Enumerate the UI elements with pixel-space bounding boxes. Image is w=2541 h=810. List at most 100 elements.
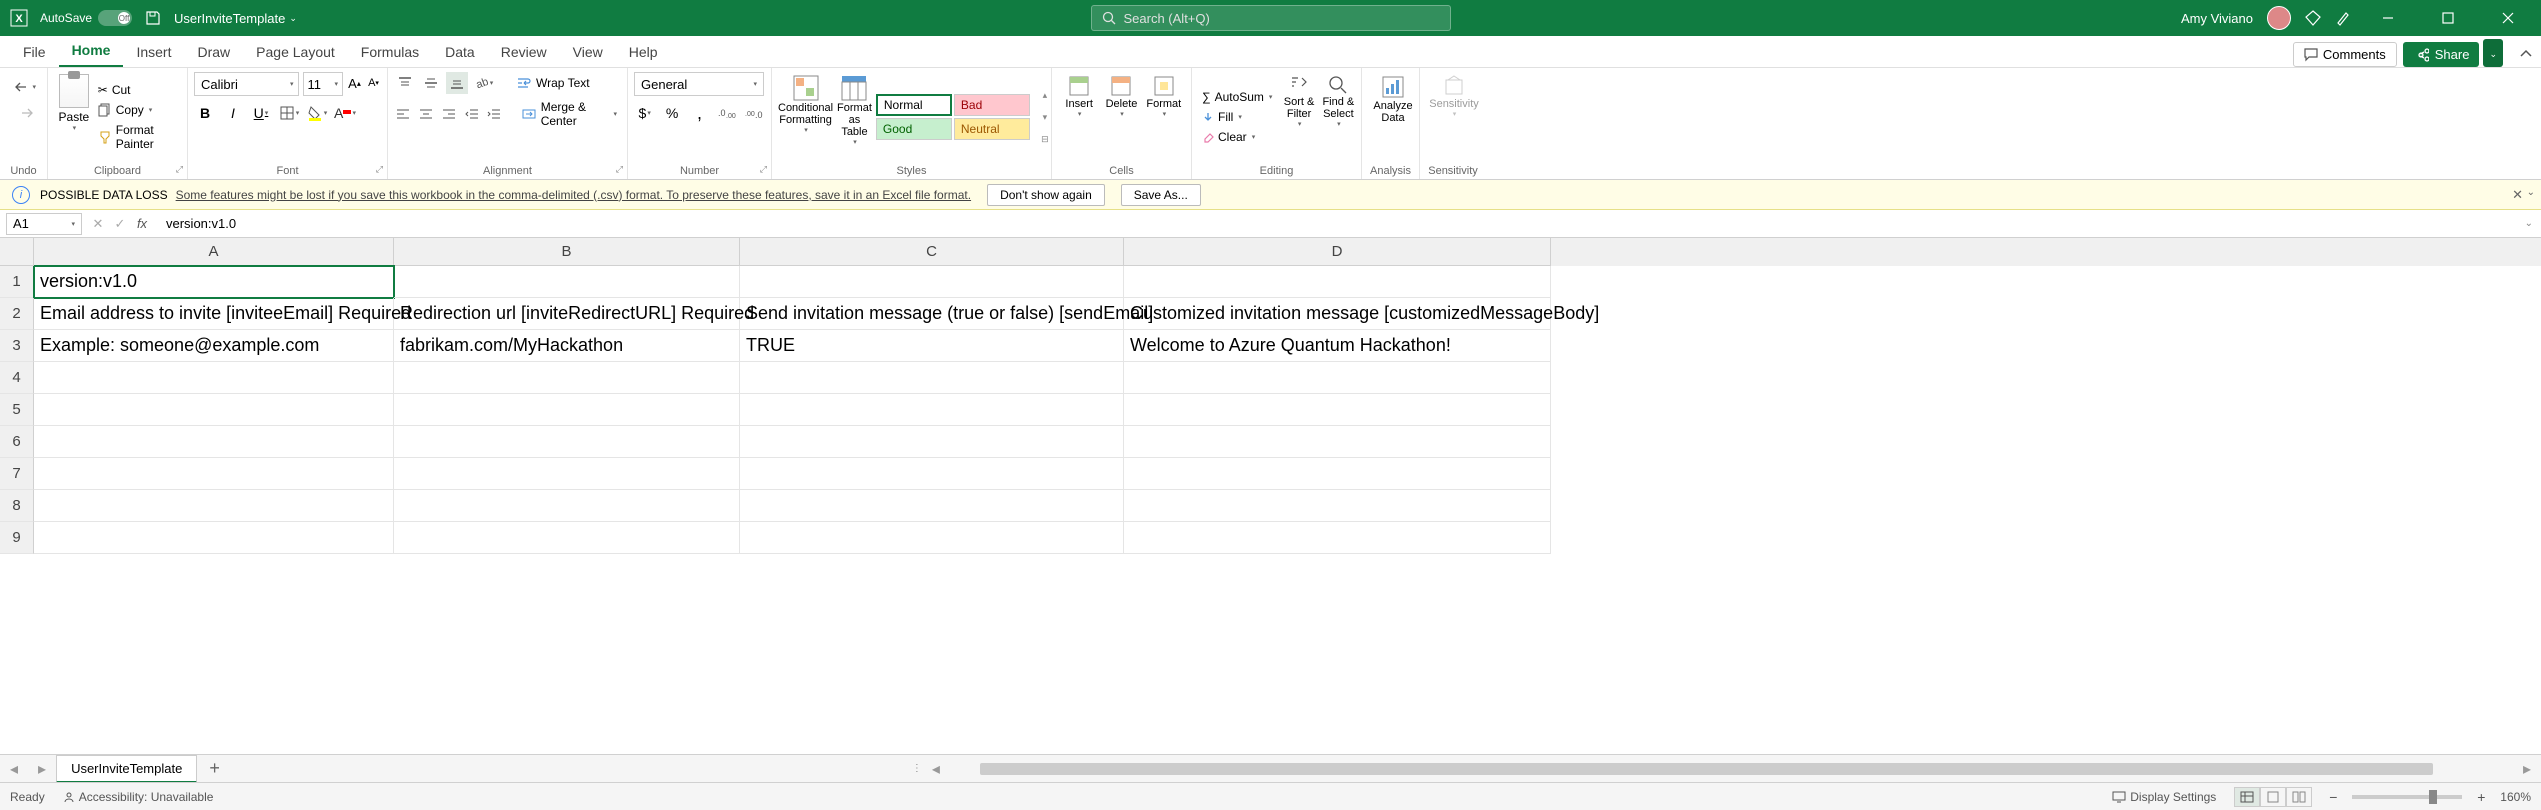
increase-indent-icon[interactable] (485, 103, 504, 125)
maximize-button[interactable] (2425, 0, 2471, 36)
horizontal-scrollbar[interactable] (970, 760, 2493, 778)
column-header[interactable]: B (394, 238, 740, 266)
cell[interactable] (394, 426, 740, 458)
fx-icon[interactable]: fx (132, 214, 152, 234)
hscroll-right-icon[interactable]: ▸ (2513, 759, 2541, 779)
cell-style-bad[interactable]: Bad (954, 94, 1030, 116)
cell[interactable] (740, 522, 1124, 554)
cell[interactable]: Welcome to Azure Quantum Hackathon! (1124, 330, 1551, 362)
analyze-data-button[interactable]: Analyze Data (1368, 72, 1418, 124)
sheet-nav-next-icon[interactable]: ▸ (28, 759, 56, 779)
orientation-button[interactable]: ab▾ (472, 72, 494, 94)
row-header[interactable]: 1 (0, 266, 34, 298)
sort-filter-button[interactable]: Sort & Filter▾ (1282, 72, 1315, 162)
enter-formula-icon[interactable]: ✓ (110, 214, 130, 234)
row-header[interactable]: 2 (0, 298, 34, 330)
alignment-dialog-icon[interactable]: ⤢ (616, 164, 623, 175)
fill-color-button[interactable]: ▾ (306, 102, 328, 124)
align-middle-icon[interactable] (420, 72, 442, 94)
cell[interactable] (34, 458, 394, 490)
cut-button[interactable]: ✂Cut (94, 81, 181, 99)
comments-button[interactable]: Comments (2293, 42, 2397, 67)
cell[interactable] (394, 522, 740, 554)
cell[interactable] (34, 362, 394, 394)
row-header[interactable]: 3 (0, 330, 34, 362)
clear-button[interactable]: Clear▾ (1198, 128, 1276, 146)
zoom-level[interactable]: 160% (2500, 790, 2531, 804)
accessibility-status[interactable]: Accessibility: Unavailable (63, 790, 214, 804)
filename[interactable]: UserInviteTemplate ⌄ (174, 11, 297, 26)
italic-button[interactable]: I (222, 102, 244, 124)
row-header[interactable]: 4 (0, 362, 34, 394)
format-painter-button[interactable]: Format Painter (94, 121, 181, 153)
increase-font-icon[interactable]: A▴ (347, 72, 362, 94)
cell[interactable] (740, 490, 1124, 522)
percent-button[interactable]: % (661, 102, 682, 124)
comma-button[interactable]: , (689, 102, 710, 124)
cancel-formula-icon[interactable]: ✕ (88, 214, 108, 234)
cell[interactable]: Example: someone@example.com (34, 330, 394, 362)
cell[interactable] (1124, 490, 1551, 522)
share-button[interactable]: Share (2403, 42, 2480, 67)
cell[interactable]: Redirection url [inviteRedirectURL] Requ… (394, 298, 740, 330)
zoom-in-button[interactable]: + (2470, 786, 2492, 808)
tab-view[interactable]: View (560, 37, 616, 67)
cell[interactable] (1124, 426, 1551, 458)
row-header[interactable]: 7 (0, 458, 34, 490)
increase-decimal-icon[interactable]: .0.00 (716, 102, 737, 124)
merge-center-button[interactable]: Merge & Center▾ (517, 98, 621, 130)
cell[interactable]: fabrikam.com/MyHackathon (394, 330, 740, 362)
currency-button[interactable]: $▾ (634, 102, 655, 124)
column-header[interactable]: D (1124, 238, 1551, 266)
cell[interactable] (34, 426, 394, 458)
delete-cells-button[interactable]: Delete▾ (1100, 72, 1142, 162)
insert-cells-button[interactable]: Insert▾ (1058, 72, 1100, 162)
format-as-table-button[interactable]: Format as Table▾ (837, 72, 872, 162)
tab-file[interactable]: File (10, 37, 59, 67)
display-settings-button[interactable]: Display Settings (2112, 790, 2216, 804)
border-button[interactable]: ▾ (278, 102, 300, 124)
expand-formula-bar-icon[interactable]: ⌄ (2517, 218, 2541, 229)
row-header[interactable]: 9 (0, 522, 34, 554)
tab-review[interactable]: Review (488, 37, 560, 67)
zoom-out-button[interactable]: − (2322, 786, 2344, 808)
cell[interactable] (394, 458, 740, 490)
diamond-icon[interactable] (2305, 10, 2321, 26)
cell[interactable] (740, 458, 1124, 490)
cell-style-normal[interactable]: Normal (876, 94, 952, 116)
close-button[interactable] (2485, 0, 2531, 36)
autosave-toggle[interactable]: AutoSave Off (40, 10, 132, 26)
tab-page-layout[interactable]: Page Layout (243, 37, 348, 67)
row-header[interactable]: 8 (0, 490, 34, 522)
close-message-icon[interactable]: ✕ (2506, 187, 2529, 203)
align-left-icon[interactable] (394, 103, 413, 125)
undo-button[interactable]: ▾ (14, 76, 36, 98)
avatar[interactable] (2267, 6, 2291, 30)
hscroll-left-icon[interactable]: ◂ (922, 759, 950, 779)
cell[interactable]: Send invitation message (true or false) … (740, 298, 1124, 330)
row-header[interactable]: 6 (0, 426, 34, 458)
message-text[interactable]: Some features might be lost if you save … (176, 188, 971, 202)
minimize-button[interactable] (2365, 0, 2411, 36)
font-dialog-icon[interactable]: ⤢ (376, 164, 383, 175)
decrease-font-icon[interactable]: A▾ (366, 72, 381, 94)
cell[interactable] (34, 522, 394, 554)
fill-button[interactable]: Fill▾ (1198, 108, 1276, 126)
formula-input[interactable]: version:v1.0 (158, 216, 2517, 231)
cell-style-good[interactable]: Good (876, 118, 952, 140)
cell[interactable] (394, 394, 740, 426)
cell[interactable] (740, 426, 1124, 458)
align-center-icon[interactable] (417, 103, 436, 125)
select-all-button[interactable] (0, 238, 34, 266)
cell[interactable] (34, 490, 394, 522)
align-right-icon[interactable] (439, 103, 458, 125)
cell[interactable]: Email address to invite [inviteeEmail] R… (34, 298, 394, 330)
font-name-combo[interactable]: Calibri▾ (194, 72, 299, 96)
tab-help[interactable]: Help (616, 37, 671, 67)
conditional-formatting-button[interactable]: Conditional Formatting▾ (778, 72, 833, 162)
tab-formulas[interactable]: Formulas (348, 37, 432, 67)
number-format-combo[interactable]: General▾ (634, 72, 764, 96)
cell-style-neutral[interactable]: Neutral (954, 118, 1030, 140)
bold-button[interactable]: B (194, 102, 216, 124)
column-header[interactable]: A (34, 238, 394, 266)
